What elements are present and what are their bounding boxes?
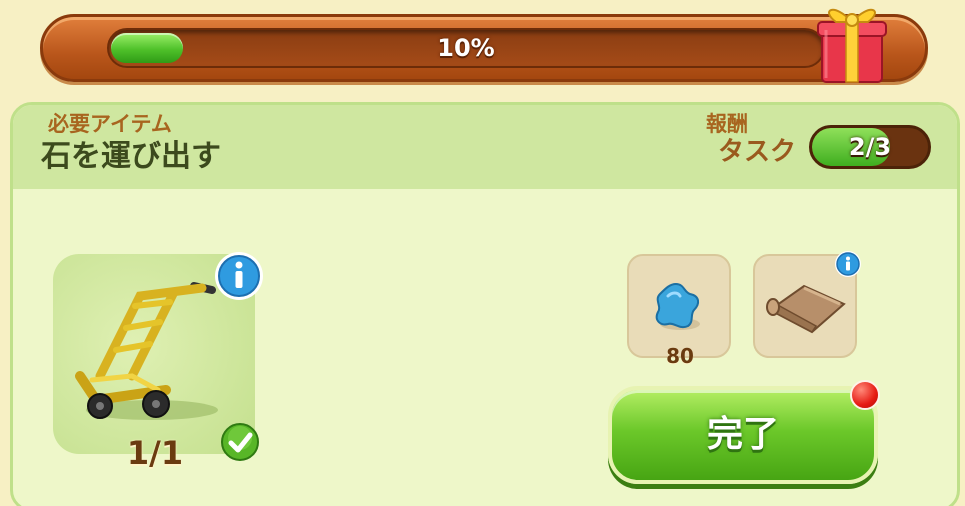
item-info-icon[interactable] bbox=[213, 250, 265, 302]
progress-percent: 10% bbox=[437, 34, 495, 62]
complete-button[interactable]: 完了 bbox=[608, 386, 878, 484]
rewards-label: 報酬 bbox=[706, 112, 748, 136]
gift-box-icon[interactable] bbox=[812, 0, 892, 84]
task-counter-value: 2/3 bbox=[848, 133, 892, 161]
notification-dot bbox=[850, 380, 880, 410]
hand-truck-icon bbox=[75, 282, 218, 420]
blue-star-gem-icon bbox=[655, 282, 700, 330]
required-item-count: 1/1 bbox=[126, 434, 184, 472]
task-counter-badge: 2/3 bbox=[809, 125, 931, 169]
cloth-roll-icon bbox=[766, 284, 846, 334]
event-progress-bar: 10% bbox=[40, 14, 928, 82]
reward-info-icon[interactable] bbox=[834, 250, 862, 278]
reward-gem-count: 80 bbox=[666, 344, 694, 368]
required-items-label: 必要アイテム bbox=[48, 112, 172, 136]
progress-track: 10% bbox=[107, 28, 825, 68]
check-icon bbox=[221, 423, 259, 461]
complete-button-label: 完了 bbox=[706, 414, 779, 455]
